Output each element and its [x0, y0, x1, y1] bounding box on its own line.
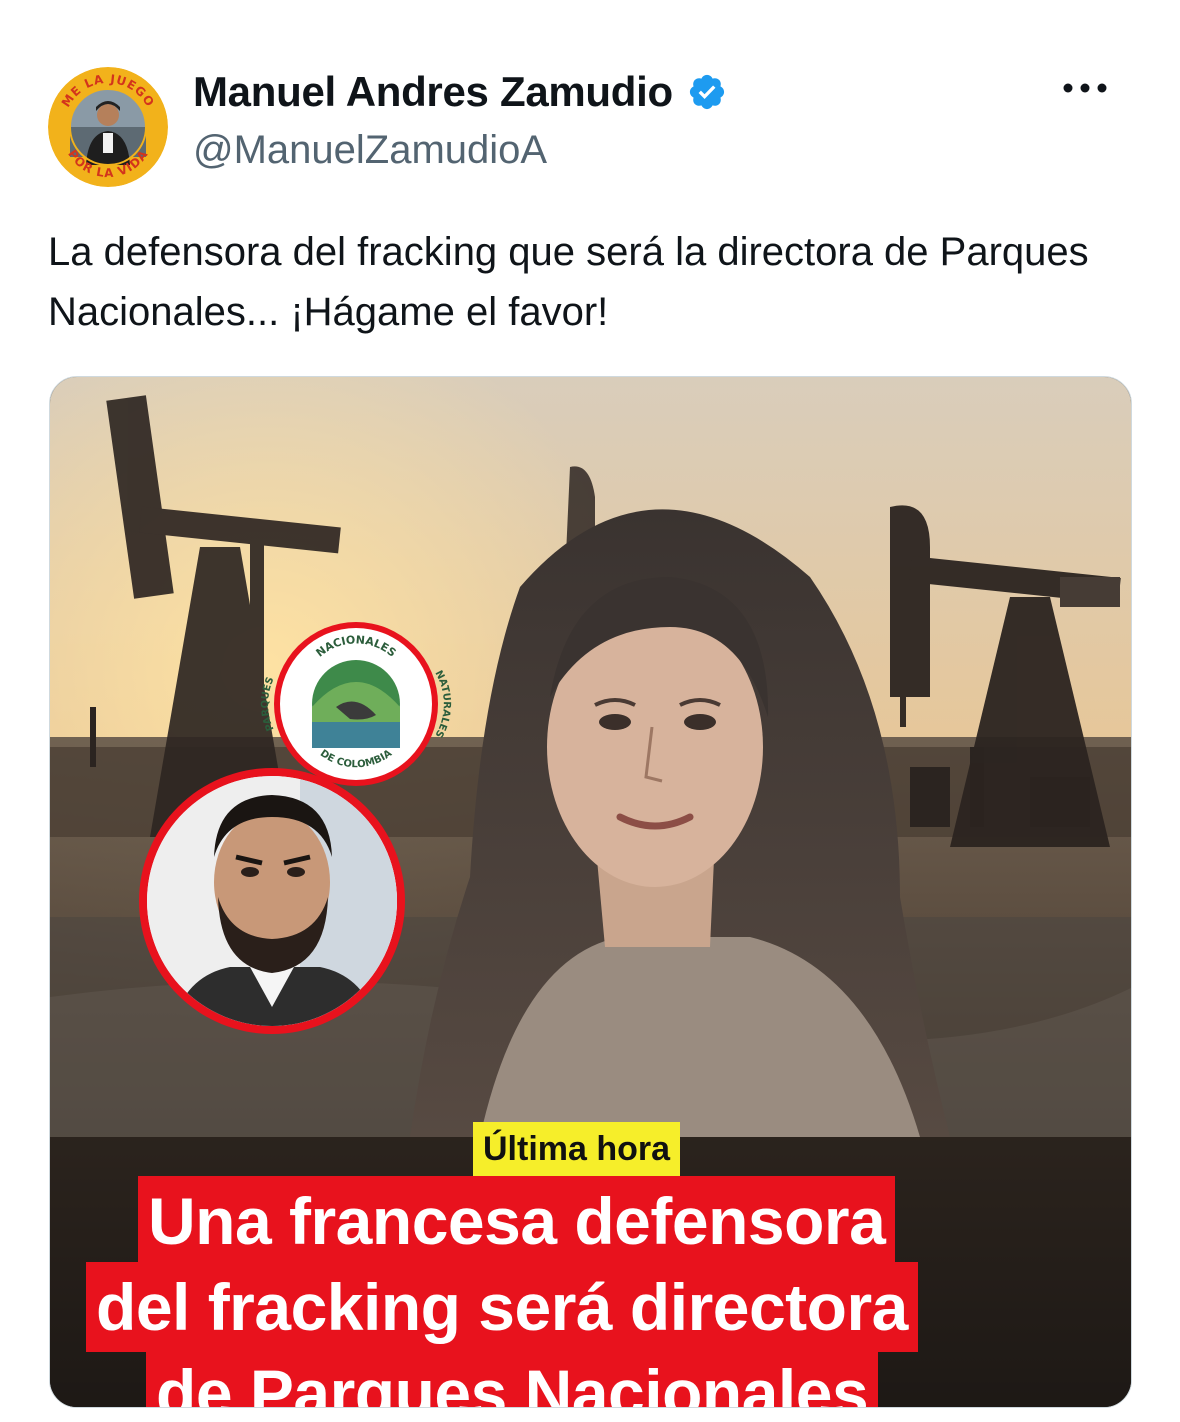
author-display-name[interactable]: Manuel Andres Zamudio [193, 68, 673, 116]
headline-line-2: del fracking será directora [86, 1262, 918, 1352]
tweet[interactable]: ME LA JUEGO POR LA VIDA Manuel Andres Za… [0, 0, 1180, 1422]
headline-line-3: de Parques Nacionales [146, 1348, 879, 1407]
author-name-row[interactable]: Manuel Andres Zamudio [193, 68, 727, 116]
breaking-news-tag: Última hora [473, 1122, 681, 1176]
more-options-icon [1063, 83, 1107, 93]
tweet-text: La defensora del fracking que será la di… [48, 230, 1089, 334]
avatar-image: ME LA JUEGO POR LA VIDA [48, 67, 168, 187]
author-handle[interactable]: @ManuelZamudioA [193, 128, 547, 173]
media-headline: Última hora Una francesa defensora del f… [50, 1122, 1131, 1407]
tweet-media-image[interactable]: NACIONALES DE COLOMBIA PARQUES NATURALES… [49, 376, 1132, 1408]
avatar[interactable]: ME LA JUEGO POR LA VIDA [48, 67, 168, 187]
more-options-button[interactable] [1050, 68, 1120, 108]
headline-line-1: Una francesa defensora [138, 1176, 896, 1266]
verified-badge-icon [687, 72, 727, 112]
